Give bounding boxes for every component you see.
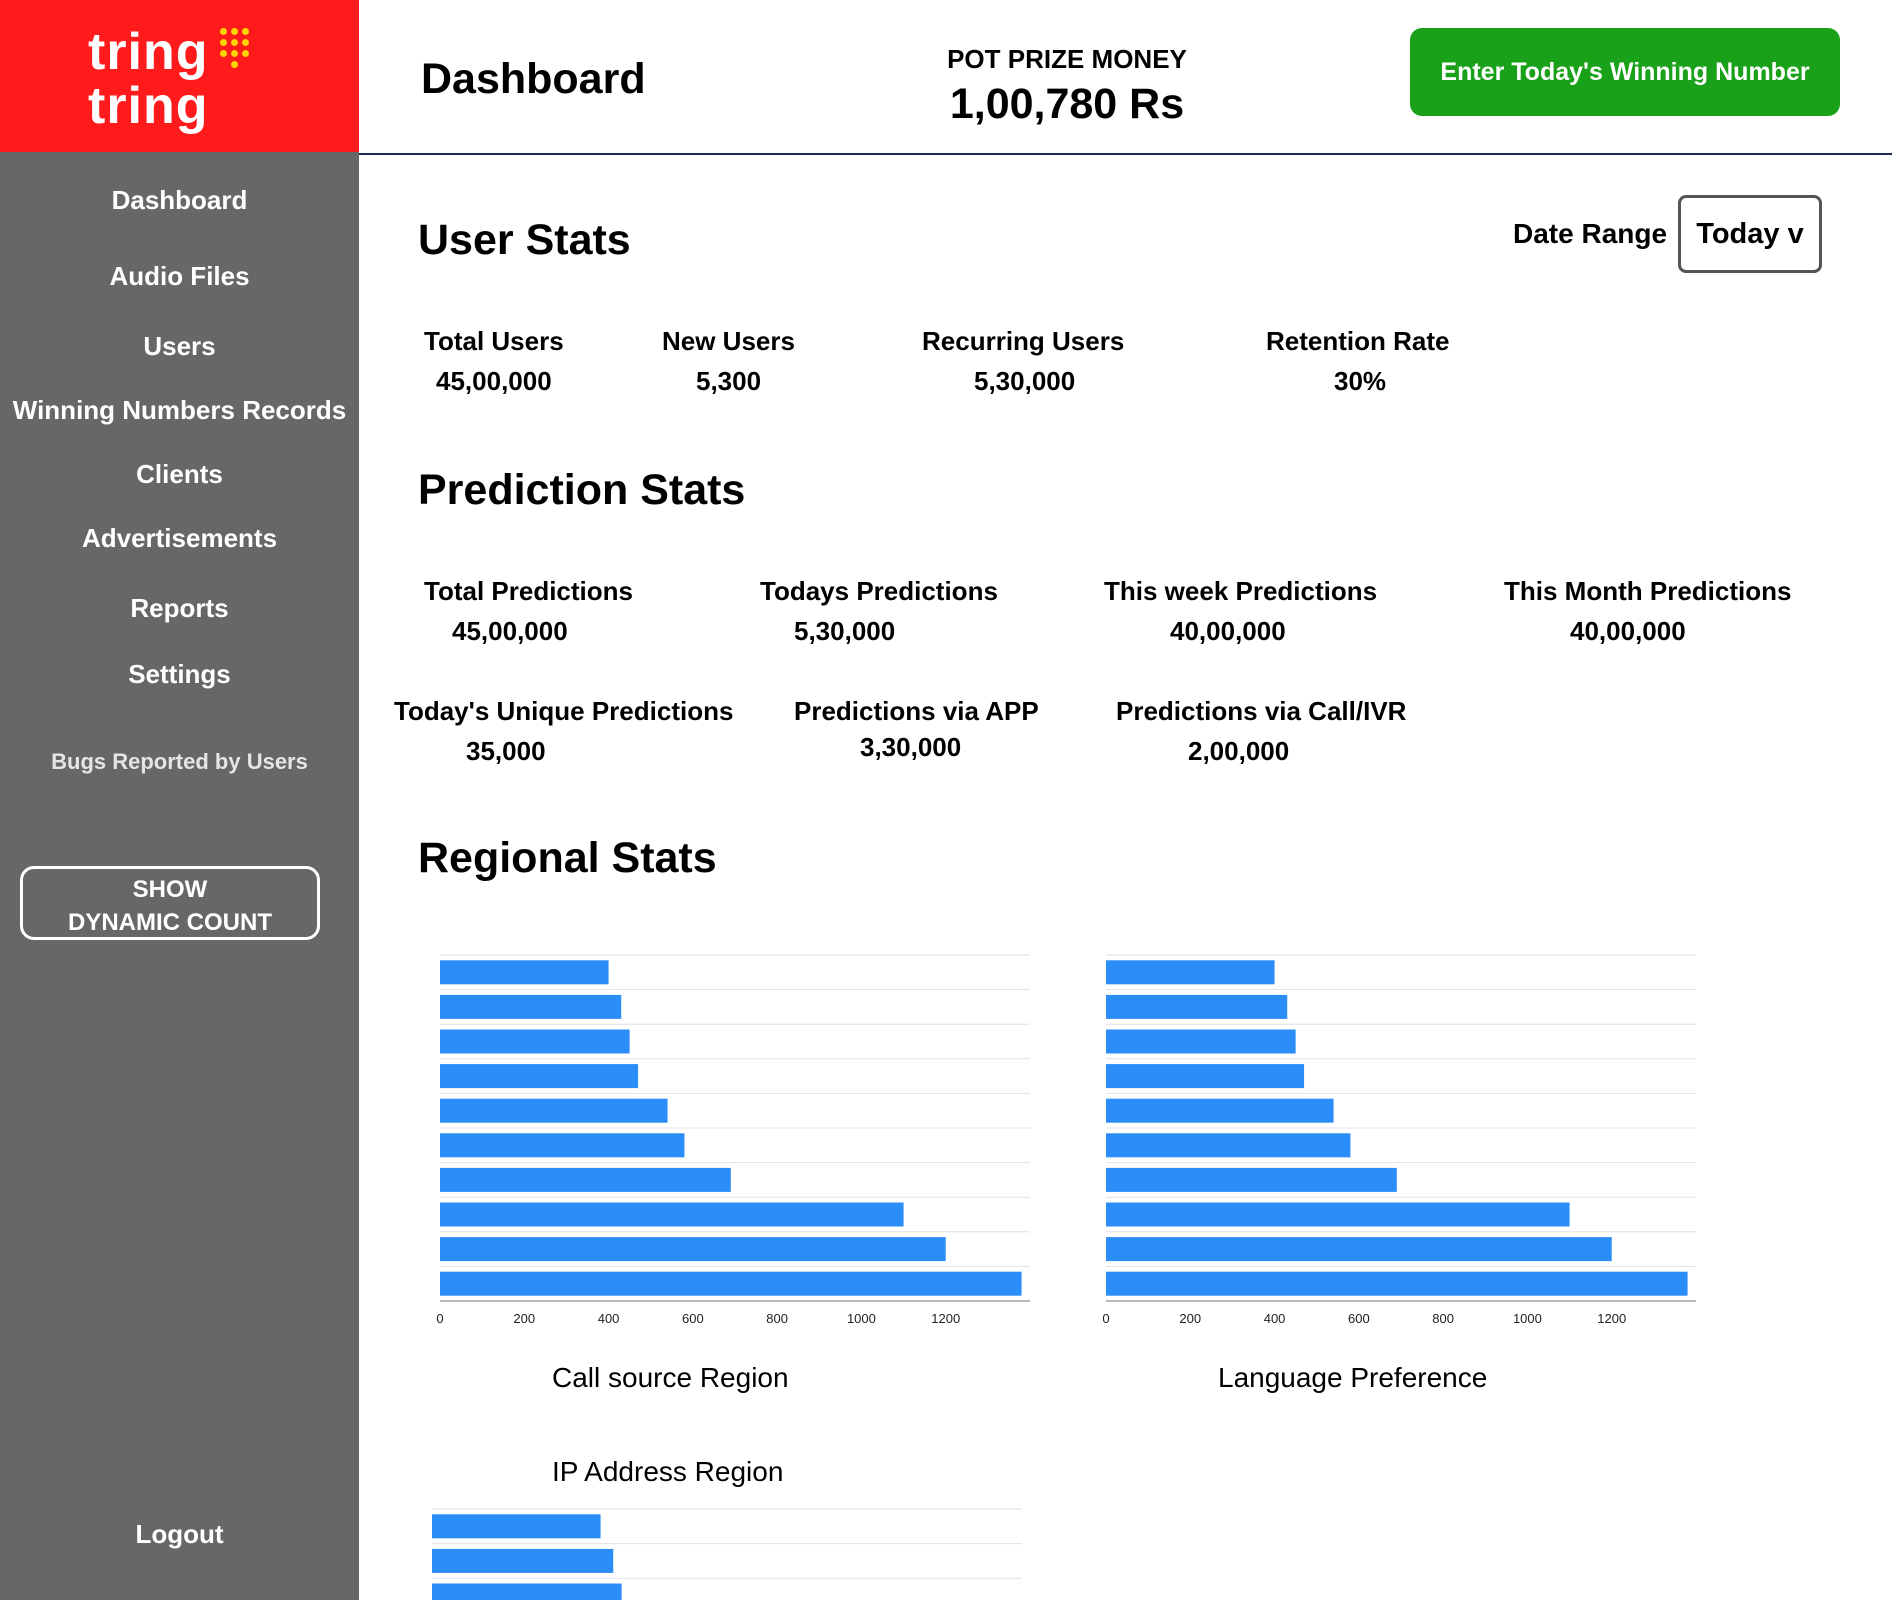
chart-bar	[440, 1167, 731, 1192]
chart-bar	[440, 1202, 904, 1227]
chart-bar	[1106, 1237, 1612, 1262]
chart-bar	[1106, 1133, 1351, 1158]
pot-prize-label: POT PRIZE MONEY	[947, 44, 1187, 74]
stat-week-predictions-label: This week Predictions	[1104, 576, 1378, 606]
chart-tick-label: 200	[1179, 1311, 1201, 1326]
chart-bar	[440, 1064, 639, 1089]
call-source-region-chart: 0 200 400 600 800 1000 1200	[436, 954, 1030, 1326]
chart-bar	[432, 1583, 622, 1600]
sidebar-item-reports[interactable]: Reports	[0, 592, 359, 624]
brand-logo[interactable]: tring tring	[0, 0, 359, 152]
show-dynamic-count-button[interactable]: SHOW DYNAMIC COUNT	[20, 866, 320, 940]
stat-total-predictions-label: Total Predictions	[424, 576, 633, 606]
chart-tick-label: 1000	[1513, 1311, 1542, 1326]
stat-app-predictions-label: Predictions via APP	[794, 696, 1039, 726]
language-preference-chart: 0 200 400 600 800 1000 1200	[1102, 954, 1696, 1326]
stat-total-users-label: Total Users	[424, 326, 564, 356]
stat-week-predictions-value: 40,00,000	[1170, 616, 1286, 646]
chart-tick-label: 400	[1264, 1311, 1286, 1326]
stat-new-users-label: New Users	[662, 326, 795, 356]
chart-bar	[1106, 1064, 1305, 1089]
chart-tick-label: 200	[513, 1311, 535, 1326]
chart-tick-label: 0	[436, 1311, 443, 1326]
brand-logo-line1: tring	[88, 23, 209, 81]
stat-unique-predictions-label: Today's Unique Predictions	[394, 696, 734, 726]
sidebar-item-advertisements[interactable]: Advertisements	[0, 522, 359, 554]
sidebar-item-winning-numbers-records[interactable]: Winning Numbers Records	[0, 394, 359, 426]
stat-recurring-users-label: Recurring Users	[922, 326, 1125, 356]
ip-address-region-chart	[432, 1508, 1022, 1600]
chart-tick-label: 800	[766, 1311, 788, 1326]
sidebar: tring tring Dashboard Audio Files Users …	[0, 0, 359, 1600]
page-title: Dashboard	[421, 55, 646, 103]
stat-unique-predictions-value: 35,000	[466, 736, 546, 766]
keypad-dots-icon	[220, 28, 256, 70]
stat-total-users-value: 45,00,000	[436, 366, 552, 396]
stat-retention-rate-label: Retention Rate	[1266, 326, 1450, 356]
stat-new-users-value: 5,300	[696, 366, 762, 396]
chart-bar	[1106, 960, 1275, 985]
stat-month-predictions-value: 40,00,000	[1570, 616, 1686, 646]
stat-retention-rate-value: 30%	[1334, 366, 1387, 396]
sidebar-item-settings[interactable]: Settings	[0, 658, 359, 690]
user-stats-title: User Stats	[418, 216, 631, 264]
chart-bar	[440, 1237, 946, 1262]
chart-tick-label: 800	[1432, 1311, 1454, 1326]
chart-tick-label: 600	[1348, 1311, 1370, 1326]
ip-address-region-caption: IP Address Region	[552, 1456, 784, 1487]
chart-tick-label: 1200	[1597, 1311, 1626, 1326]
sidebar-item-users[interactable]: Users	[0, 330, 359, 362]
top-header: Dashboard POT PRIZE MONEY 1,00,780 Rs En…	[359, 0, 1892, 155]
chart-bar	[440, 1271, 1022, 1296]
stat-recurring-users-value: 5,30,000	[974, 366, 1076, 396]
date-range-select[interactable]: Today v	[1678, 195, 1822, 273]
chart-bar	[440, 1029, 630, 1054]
show-dynamic-count-line2: DYNAMIC COUNT	[68, 909, 272, 936]
chart-tick-label: 1200	[931, 1311, 960, 1326]
chart-tick-label: 1000	[847, 1311, 876, 1326]
chart-bar	[432, 1548, 614, 1573]
chart-bar	[440, 1098, 668, 1123]
enter-winning-number-button[interactable]: Enter Today's Winning Number	[1410, 28, 1840, 116]
logout-link[interactable]: Logout	[0, 1518, 359, 1550]
show-dynamic-count-line1: SHOW	[132, 876, 208, 903]
chart-bar	[1106, 994, 1288, 1019]
sidebar-item-audio-files[interactable]: Audio Files	[0, 260, 359, 292]
chart-bar	[440, 1133, 685, 1158]
stat-month-predictions-label: This Month Predictions	[1504, 576, 1792, 606]
pot-prize-value: 1,00,780 Rs	[949, 80, 1185, 128]
chart-bar	[440, 960, 609, 985]
chart-bar	[1106, 1202, 1570, 1227]
chart-tick-label: 0	[1102, 1311, 1109, 1326]
stat-total-predictions-value: 45,00,000	[452, 616, 568, 646]
sidebar-item-bugs-reported[interactable]: Bugs Reported by Users	[0, 746, 359, 778]
sidebar-item-dashboard[interactable]: Dashboard	[0, 184, 359, 216]
brand-logo-line2: tring	[88, 77, 209, 135]
language-preference-caption: Language Preference	[1218, 1362, 1488, 1393]
prediction-stats-title: Prediction Stats	[418, 466, 746, 514]
chart-bar	[1106, 1098, 1334, 1123]
chart-tick-label: 400	[598, 1311, 620, 1326]
regional-stats-title: Regional Stats	[418, 834, 717, 882]
stat-app-predictions-value: 3,30,000	[860, 732, 962, 762]
chart-bar	[1106, 1167, 1397, 1192]
chart-bar	[440, 994, 622, 1019]
chart-tick-label: 600	[682, 1311, 704, 1326]
chart-bar	[1106, 1271, 1688, 1296]
stat-ivr-predictions-value: 2,00,000	[1188, 736, 1290, 766]
call-source-region-caption: Call source Region	[552, 1362, 789, 1393]
stat-ivr-predictions-label: Predictions via Call/IVR	[1116, 696, 1407, 726]
sidebar-item-clients[interactable]: Clients	[0, 458, 359, 490]
chart-bar	[1106, 1029, 1296, 1054]
stat-todays-predictions-value: 5,30,000	[794, 616, 896, 646]
date-range-label: Date Range	[1513, 218, 1668, 249]
stat-todays-predictions-label: Todays Predictions	[760, 576, 998, 606]
chart-bar	[432, 1514, 601, 1539]
